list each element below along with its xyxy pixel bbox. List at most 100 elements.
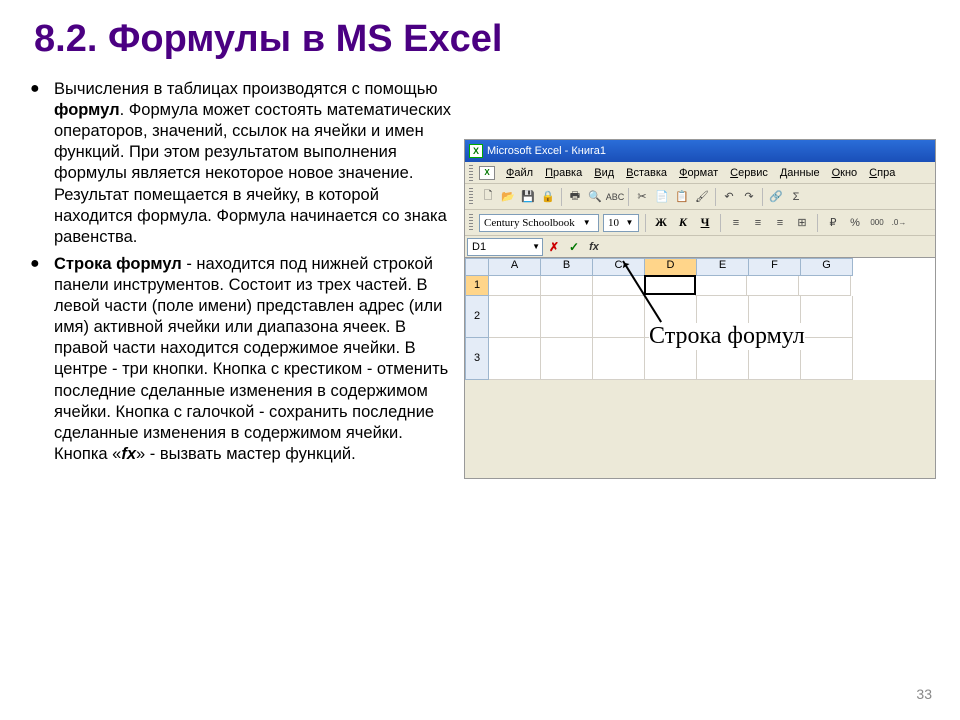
cell[interactable] (799, 276, 851, 296)
fx-button[interactable]: fx (585, 238, 603, 256)
preview-icon[interactable]: 🔍 (586, 188, 604, 206)
save-icon[interactable]: 💾 (519, 188, 537, 206)
menu-window[interactable]: Окно (827, 165, 863, 181)
align-left-icon[interactable]: ≡ (727, 214, 745, 232)
font-name-combo[interactable]: Century Schoolbook ▼ (479, 214, 599, 232)
select-all-corner[interactable] (465, 258, 489, 276)
bullet-1-bold: формул (54, 101, 120, 119)
bullet-1-rest: . Формула может состоять математических … (54, 101, 451, 246)
cut-icon[interactable]: ✂ (633, 188, 651, 206)
cell[interactable] (541, 296, 593, 338)
menu-data[interactable]: Данные (775, 165, 825, 181)
format-painter-icon[interactable]: 🖌 (693, 188, 711, 206)
toolbar-grip-icon (469, 188, 473, 206)
bullet-1: Вычисления в таблицах производятся с пом… (36, 79, 456, 248)
cell[interactable] (801, 296, 853, 338)
spreadsheet-grid: A B C D E F G 1 (465, 258, 935, 380)
spell-icon[interactable]: ABC (606, 188, 624, 206)
font-size-value: 10 (608, 217, 619, 229)
print-icon[interactable]: 🖶 (566, 188, 584, 206)
excel-titlebar-text: Microsoft Excel - Книга1 (487, 145, 606, 157)
increase-decimal-icon[interactable]: .0→ (890, 214, 908, 232)
menu-view[interactable]: Вид (589, 165, 619, 181)
copy-icon[interactable]: 📄 (653, 188, 671, 206)
text-column: Вычисления в таблицах производятся с пом… (36, 79, 456, 479)
bullet-2-bold: Строка формул (54, 255, 182, 273)
excel-menubar: X Файл Правка Вид Вставка Формат Сервис … (465, 162, 935, 184)
currency-icon[interactable]: ₽ (824, 214, 842, 232)
permission-icon[interactable]: 🔒 (539, 188, 557, 206)
cell[interactable] (593, 338, 645, 380)
menu-file[interactable]: Файл (501, 165, 538, 181)
excel-toolbar: 🗋 📂 💾 🔒 🖶 🔍 ABC ✂ 📄 📋 🖌 ↶ ↷ 🔗 Σ (465, 184, 935, 210)
fontbar-sep (645, 214, 646, 232)
paste-icon[interactable]: 📋 (673, 188, 691, 206)
active-cell-d1[interactable] (644, 275, 696, 295)
align-right-icon[interactable]: ≡ (771, 214, 789, 232)
row-header-1[interactable]: 1 (465, 276, 489, 296)
menu-tools[interactable]: Сервис (725, 165, 773, 181)
thousands-icon[interactable]: 000 (868, 214, 886, 232)
formula-cancel-button[interactable]: ✗ (545, 238, 563, 256)
merge-icon[interactable]: ⊞ (793, 214, 811, 232)
cell[interactable] (489, 276, 541, 296)
menu-edit[interactable]: Правка (540, 165, 587, 181)
excel-doc-icon: X (479, 166, 495, 180)
cell[interactable] (541, 338, 593, 380)
col-header-f[interactable]: F (749, 258, 801, 276)
name-box[interactable]: D1 ▼ (467, 238, 543, 256)
name-box-value: D1 (472, 241, 486, 253)
menu-insert[interactable]: Вставка (621, 165, 672, 181)
col-header-e[interactable]: E (697, 258, 749, 276)
fontbar-grip-icon (469, 214, 473, 232)
row-header-2[interactable]: 2 (465, 296, 489, 338)
bold-button[interactable]: Ж (652, 214, 670, 232)
toolbar-sep4 (762, 188, 763, 206)
font-name-value: Century Schoolbook (484, 217, 575, 229)
new-icon[interactable]: 🗋 (479, 188, 497, 206)
link-icon[interactable]: 🔗 (767, 188, 785, 206)
cell[interactable] (489, 296, 541, 338)
formula-bar-annotation: Строка формул (649, 323, 805, 350)
align-center-icon[interactable]: ≡ (749, 214, 767, 232)
autosum-icon[interactable]: Σ (787, 188, 805, 206)
cell[interactable] (801, 338, 853, 380)
bullet-2-tail: » - вызвать мастер функций. (136, 445, 356, 463)
menu-format[interactable]: Формат (674, 165, 723, 181)
cell[interactable] (489, 338, 541, 380)
excel-fontbar: Century Schoolbook ▼ 10 ▼ Ж К Ч ≡ ≡ ≡ ⊞ … (465, 210, 935, 236)
excel-app-icon: X (469, 144, 483, 158)
cell[interactable] (593, 296, 645, 338)
chevron-down-icon: ▼ (532, 242, 540, 251)
italic-button[interactable]: К (674, 214, 692, 232)
chevron-down-icon: ▼ (625, 218, 634, 227)
toolbar-sep (561, 188, 562, 206)
chevron-down-icon: ▼ (581, 218, 593, 227)
col-header-b[interactable]: B (541, 258, 593, 276)
toolbar-sep2 (628, 188, 629, 206)
cell[interactable] (695, 276, 747, 296)
col-header-a[interactable]: A (489, 258, 541, 276)
formula-bar: D1 ▼ ✗ ✓ fx (465, 236, 935, 258)
bullet-2-mid: - находится под нижней строкой панели ин… (54, 255, 448, 463)
page-number: 33 (916, 686, 932, 702)
menu-help[interactable]: Спра (864, 165, 900, 181)
bullet-1-pre: Вычисления в таблицах производятся с пом… (54, 80, 438, 98)
fontbar-sep2 (720, 214, 721, 232)
formula-ok-button[interactable]: ✓ (565, 238, 583, 256)
cell[interactable] (541, 276, 593, 296)
fontbar-sep3 (817, 214, 818, 232)
bullet-2: Строка формул - находится под нижней стр… (36, 254, 456, 465)
row-header-3[interactable]: 3 (465, 338, 489, 380)
bullet-2-fx: fx (121, 445, 136, 463)
redo-icon[interactable]: ↷ (740, 188, 758, 206)
open-icon[interactable]: 📂 (499, 188, 517, 206)
percent-icon[interactable]: % (846, 214, 864, 232)
col-header-g[interactable]: G (801, 258, 853, 276)
underline-button[interactable]: Ч (696, 214, 714, 232)
col-header-d[interactable]: D (645, 258, 697, 276)
undo-icon[interactable]: ↶ (720, 188, 738, 206)
font-size-combo[interactable]: 10 ▼ (603, 214, 639, 232)
menubar-grip-icon (469, 165, 473, 181)
cell[interactable] (747, 276, 799, 296)
